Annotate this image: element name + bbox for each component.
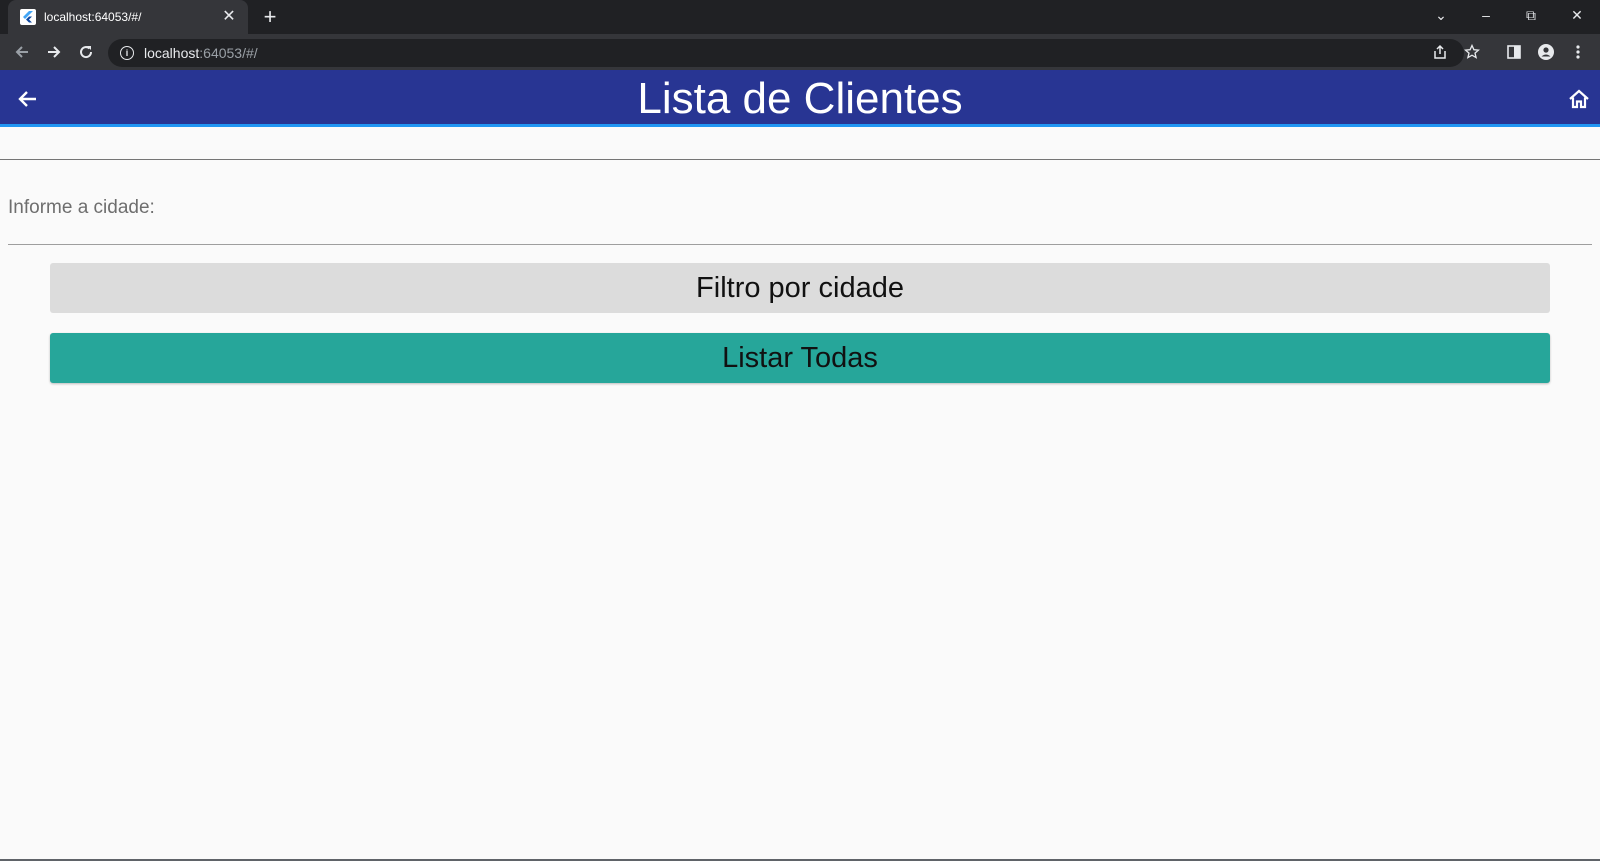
profile-avatar-icon[interactable]: [1534, 40, 1558, 64]
forward-icon[interactable]: [42, 40, 66, 64]
browser-toolbar: i localhost :64053/#/: [0, 34, 1600, 70]
home-icon[interactable]: [1567, 87, 1591, 111]
restore-button[interactable]: ⧉: [1508, 0, 1554, 30]
browser-menu-icon[interactable]: [1566, 40, 1590, 64]
list-all-label: Listar Todas: [722, 341, 878, 374]
site-info-icon[interactable]: i: [120, 46, 134, 60]
page-title: Lista de Clientes: [637, 74, 963, 123]
app-back-icon[interactable]: [16, 87, 40, 111]
browser-tab[interactable]: localhost:64053/#/ ✕: [8, 0, 248, 34]
side-panel-icon[interactable]: [1502, 40, 1526, 64]
window-close-button[interactable]: ✕: [1554, 0, 1600, 30]
reload-icon[interactable]: [74, 40, 98, 64]
share-icon[interactable]: [1428, 40, 1452, 64]
city-input-underline[interactable]: [8, 244, 1592, 245]
bookmark-star-icon[interactable]: [1460, 40, 1484, 64]
new-tab-button[interactable]: +: [258, 6, 282, 30]
filter-by-city-label: Filtro por cidade: [696, 271, 904, 304]
app-bar: Lista de Clientes: [0, 70, 1600, 127]
address-bar[interactable]: i localhost :64053/#/: [108, 39, 1464, 67]
city-input-label[interactable]: Informe a cidade:: [8, 197, 155, 219]
back-icon[interactable]: [10, 40, 34, 64]
divider: [0, 159, 1600, 160]
minimize-button[interactable]: –: [1463, 0, 1509, 30]
browser-tab-strip: localhost:64053/#/ ✕ + ⌄ – ⧉ ✕: [0, 0, 1600, 34]
tab-search-icon[interactable]: ⌄: [1418, 0, 1464, 30]
flutter-favicon-icon: [20, 9, 36, 25]
url-path: :64053/#/: [199, 45, 258, 61]
tab-title: localhost:64053/#/: [44, 10, 142, 24]
tab-close-icon[interactable]: ✕: [220, 8, 238, 26]
url-host: localhost: [144, 45, 200, 61]
filter-by-city-button[interactable]: Filtro por cidade: [50, 263, 1550, 313]
list-all-button[interactable]: Listar Todas: [50, 333, 1550, 383]
